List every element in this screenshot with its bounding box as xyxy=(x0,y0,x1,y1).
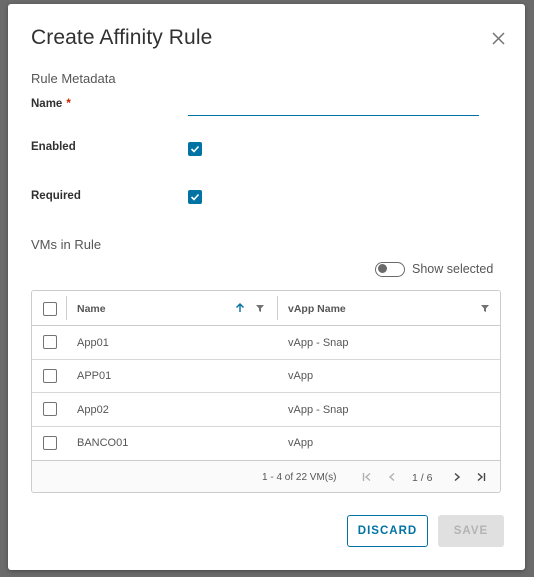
table-row[interactable]: APP01 vApp xyxy=(32,359,500,393)
vapp-name-cell: vApp - Snap xyxy=(288,403,349,416)
name-input[interactable] xyxy=(188,92,479,116)
first-page-icon[interactable] xyxy=(360,470,374,484)
vapp-name-cell: vApp - Snap xyxy=(288,336,349,349)
next-page-icon[interactable] xyxy=(450,470,464,484)
page-indicator[interactable]: 1 / 6 xyxy=(412,461,432,492)
column-header-vapp-name[interactable]: vApp Name xyxy=(288,291,346,326)
vm-name-cell: App01 xyxy=(77,336,109,349)
vm-name-cell: BANCO01 xyxy=(77,437,129,449)
discard-button[interactable]: DISCARD xyxy=(347,515,428,547)
show-selected-label: Show selected xyxy=(412,262,494,276)
pagination-count: 1 - 4 of 22 VM(s) xyxy=(262,472,337,483)
previous-page-icon[interactable] xyxy=(385,470,399,484)
column-divider xyxy=(66,296,67,320)
row-checkbox[interactable] xyxy=(43,435,57,450)
last-page-icon[interactable] xyxy=(474,470,488,484)
required-checkbox[interactable] xyxy=(188,190,202,204)
row-checkbox[interactable] xyxy=(43,335,57,349)
name-label: Name * xyxy=(31,98,71,110)
row-checkbox[interactable] xyxy=(43,368,57,383)
required-marker: * xyxy=(66,98,71,110)
column-header-name[interactable]: Name xyxy=(77,291,106,326)
name-label-text: Name xyxy=(31,98,63,110)
create-affinity-rule-dialog: Create Affinity Rule Rule Metadata Name *… xyxy=(8,4,525,570)
vm-datagrid: Name vApp Name App01 vApp - Snap APP01 v… xyxy=(31,290,501,493)
enabled-label: Enabled xyxy=(31,141,76,153)
toggle-knob xyxy=(377,264,387,273)
table-row[interactable]: BANCO01 vApp xyxy=(32,426,500,460)
show-selected-toggle[interactable]: Show selected xyxy=(375,260,493,278)
table-row[interactable]: App01 vApp - Snap xyxy=(32,326,500,360)
table-row[interactable]: App02 vApp - Snap xyxy=(32,393,500,427)
column-divider xyxy=(277,296,278,320)
row-checkbox[interactable] xyxy=(43,402,57,416)
check-icon xyxy=(190,193,200,201)
select-all-checkbox[interactable] xyxy=(43,302,57,316)
required-label: Required xyxy=(31,190,81,202)
vapp-name-cell: vApp xyxy=(288,437,314,449)
dialog-title: Create Affinity Rule xyxy=(31,26,213,49)
vms-in-rule-heading: VMs in Rule xyxy=(31,237,102,252)
enabled-checkbox[interactable] xyxy=(188,142,202,156)
vm-name-cell: APP01 xyxy=(77,370,112,382)
datagrid-footer: 1 - 4 of 22 VM(s) 1 / 6 xyxy=(32,460,500,492)
toggle-switch[interactable] xyxy=(375,261,405,277)
save-button[interactable]: SAVE xyxy=(438,515,504,547)
filter-icon[interactable] xyxy=(253,301,267,315)
filter-icon[interactable] xyxy=(478,301,492,315)
rule-metadata-heading: Rule Metadata xyxy=(31,71,116,86)
vapp-name-cell: vApp xyxy=(288,370,314,382)
vm-name-cell: App02 xyxy=(77,403,109,416)
close-icon[interactable] xyxy=(488,28,510,50)
datagrid-header: Name vApp Name xyxy=(32,291,500,326)
check-icon xyxy=(190,145,200,153)
sort-ascending-icon[interactable] xyxy=(233,301,247,315)
